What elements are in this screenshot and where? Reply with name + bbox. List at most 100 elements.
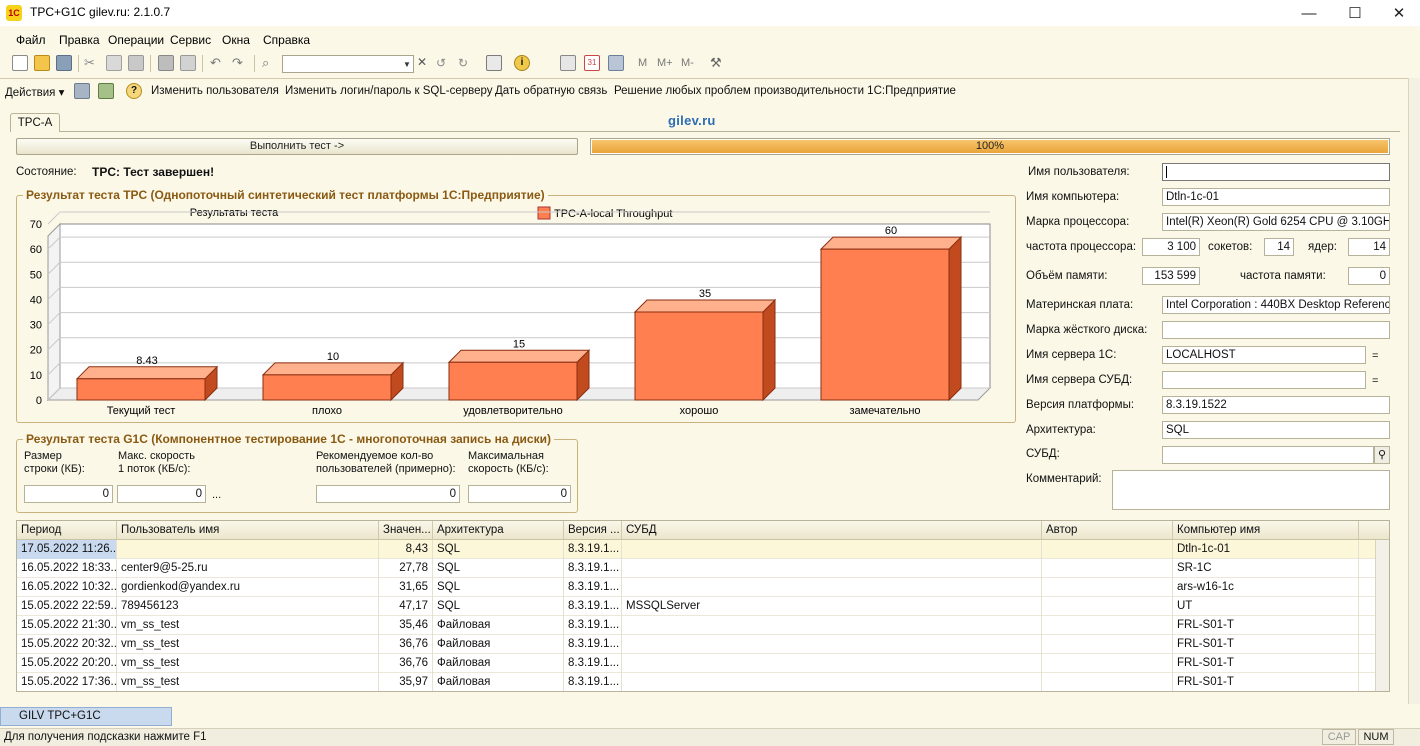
dbms-search-icon[interactable]: ⚲ [1374,446,1390,464]
menu-help[interactable]: Справка [263,33,310,47]
maximize-button[interactable]: ☐ [1332,0,1378,26]
computer-field[interactable]: Dtln-1c-01 [1162,188,1390,206]
dbms-field[interactable] [1162,446,1374,464]
tools-icon[interactable]: ⚒ [710,55,726,71]
users-icon[interactable] [608,55,624,71]
help-icon[interactable]: ? [126,83,142,99]
users-field[interactable]: 0 [316,485,460,503]
user-field[interactable] [1162,163,1390,181]
menu-file[interactable]: Файл [16,33,46,47]
legend-swatch [537,206,551,220]
memory-field[interactable]: 153 599 [1142,267,1200,285]
clear-icon[interactable]: ✕ [417,55,427,69]
undo-icon[interactable]: ↶ [210,55,226,71]
close-button[interactable]: ✕ [1376,0,1420,26]
windows-icon[interactable] [486,55,502,71]
change-sql-login-link[interactable]: Изменить логин/пароль к SQL-серверу [285,85,493,97]
save-icon[interactable] [56,55,72,71]
paste-icon[interactable] [128,55,144,71]
max-speed1-field[interactable]: 0 [117,485,206,503]
window-scrollbar[interactable] [1408,78,1420,704]
table-cell: 8.3.19.1... [564,597,622,616]
cut-icon[interactable]: ✂ [84,55,100,71]
find-icon[interactable]: ⌕ [262,55,278,71]
bar-side [948,235,962,402]
calculator-icon[interactable] [560,55,576,71]
menu-operations[interactable]: Операции [108,33,164,47]
platform-field[interactable]: 8.3.19.1522 [1162,396,1390,414]
arch-field[interactable]: SQL [1162,421,1390,439]
chevron-down-icon[interactable]: ▼ [400,55,414,73]
open-icon[interactable] [34,55,50,71]
state-label: Состояние: [16,166,77,178]
memory-button[interactable]: M [638,57,647,69]
column-header[interactable]: Период [17,521,117,540]
motherboard-field[interactable]: Intel Corporation : 440BX Desktop Refere… [1162,296,1390,314]
y-tick-label: 70 [30,219,42,231]
menu-service[interactable]: Сервис [170,33,211,47]
server-1c-field[interactable]: LOCALHOST [1162,346,1366,364]
export-icon[interactable] [98,83,114,99]
print-icon[interactable] [158,55,174,71]
column-header[interactable]: Версия ... [564,521,622,540]
disk-label: Марка жёсткого диска: [1026,324,1148,336]
column-header[interactable]: Значен... [379,521,433,540]
run-test-button[interactable]: Выполнить тест -> [16,138,578,155]
new-icon[interactable] [12,55,28,71]
performance-link[interactable]: Решение любых проблем производительности… [614,85,956,97]
comment-field[interactable] [1112,470,1390,510]
table-cell [1042,654,1173,673]
column-header[interactable]: Пользователь имя [117,521,379,540]
change-user-link[interactable]: Изменить пользователя [151,85,279,97]
table-row[interactable]: 16.05.2022 10:32... gordienkod@yandex.ru 3… [17,578,1375,597]
menu-windows[interactable]: Окна [222,33,250,47]
minimize-button[interactable]: — [1286,0,1332,26]
redo-icon[interactable]: ↷ [232,55,248,71]
column-header[interactable]: Компьютер имя [1173,521,1359,540]
table-cell: Файловая [433,673,564,691]
tab-tpc-a[interactable]: TPC-A [10,113,60,132]
table-row[interactable]: 15.05.2022 20:20... vm_ss_test 36,76 Файлов… [17,654,1375,673]
table-row[interactable]: 15.05.2022 17:36... vm_ss_test 35,97 Файлов… [17,673,1375,691]
actions-menu[interactable]: Действия ▾ [5,85,64,99]
results-table[interactable]: Период Пользователь имя Значен... Архитекту… [16,520,1390,692]
bar-top [633,299,777,313]
memory-minus-button[interactable]: M- [681,57,694,69]
search-prev-icon[interactable]: ↺ [436,55,452,71]
memory-plus-button[interactable]: M+ [657,57,673,69]
table-row[interactable]: 15.05.2022 22:59... 789456123 47,17 SQL 8.3.… [17,597,1375,616]
preview-icon[interactable] [180,55,196,71]
cores-field[interactable]: 14 [1348,238,1390,256]
server-db-field[interactable] [1162,371,1366,389]
cpu-freq-field[interactable]: 3 100 [1142,238,1200,256]
cpu-field[interactable]: Intel(R) Xeon(R) Gold 6254 CPU @ 3.10GHz [1162,213,1390,231]
table-row[interactable]: 15.05.2022 20:32... vm_ss_test 36,76 Файлов… [17,635,1375,654]
max-speed-field[interactable]: 0 [468,485,571,503]
row-size-field[interactable]: 0 [24,485,113,503]
table-row[interactable]: 15.05.2022 21:30... vm_ss_test 35,46 Файлов… [17,616,1375,635]
table-row[interactable]: 16.05.2022 18:33... center9@5-25.ru 27,78 S… [17,559,1375,578]
table-cell: 17.05.2022 11:26... [17,540,117,559]
search-combo[interactable] [282,55,414,73]
column-header[interactable]: СУБД [622,521,1042,540]
sockets-field[interactable]: 14 [1264,238,1294,256]
menu-edit[interactable]: Правка [59,33,100,47]
mem-freq-field[interactable]: 0 [1348,267,1390,285]
feedback-link[interactable]: Дать обратную связь [495,85,607,97]
gridline [47,211,61,225]
memory-label: Объём памяти: [1026,270,1108,282]
calendar-icon[interactable]: 31 [584,55,600,71]
brand-label: gilev.ru [668,113,716,128]
user-edit-icon[interactable] [74,83,90,99]
search-next-icon[interactable]: ↻ [458,55,474,71]
table-scrollbar[interactable] [1375,540,1389,691]
ellipsis-button[interactable]: ... [212,489,221,501]
copy-icon[interactable] [106,55,122,71]
column-header[interactable]: Автор [1042,521,1173,540]
window-tab[interactable]: GILV TPC+G1C [0,707,172,726]
info-icon[interactable]: i [514,55,530,71]
status-hint: Для получения подсказки нажмите F1 [4,731,207,743]
disk-field[interactable] [1162,321,1390,339]
table-row[interactable]: 17.05.2022 11:26... 8,43 SQL 8.3.19.1... Dtl… [17,540,1375,559]
column-header[interactable]: Архитектура [433,521,564,540]
